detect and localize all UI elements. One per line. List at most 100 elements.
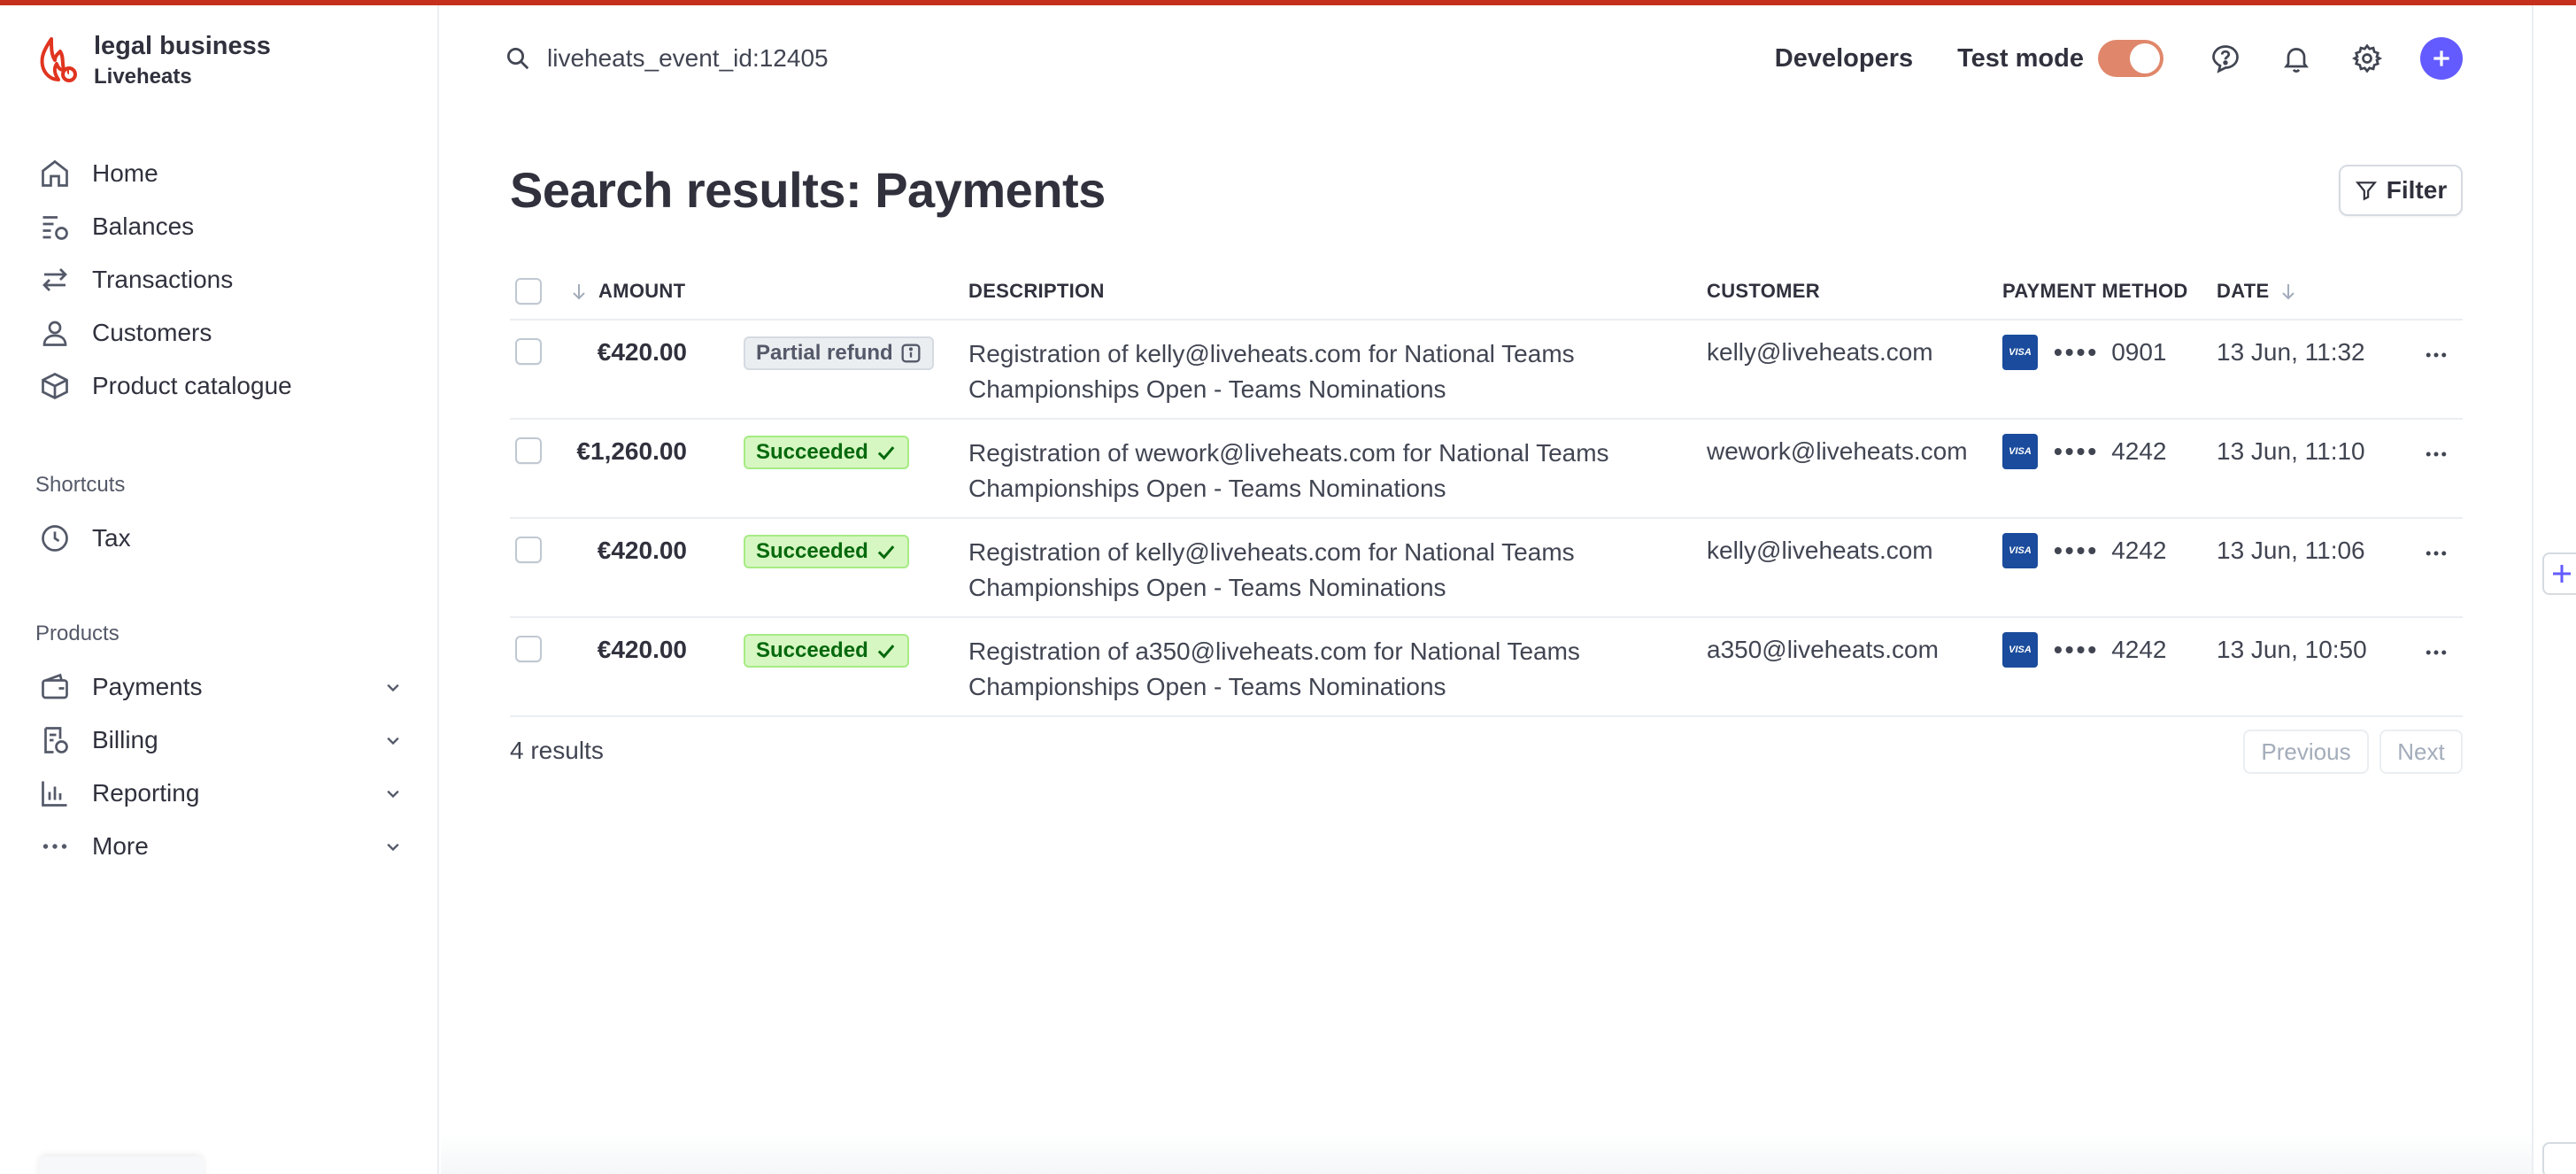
wallet-icon <box>35 668 74 707</box>
description-line: Championships Open - Teams Nominations <box>968 574 1446 601</box>
description-cell: Registration of kelly@liveheats.com for … <box>968 535 1677 606</box>
table-row[interactable]: €420.00 Partial refund Registration of k… <box>510 321 2463 420</box>
side-panel-add-button[interactable] <box>2542 552 2576 595</box>
header-actions: Developers Test mode <box>1775 34 2463 83</box>
plus-icon <box>2433 50 2449 66</box>
sidebar-item-more[interactable]: More <box>35 820 407 873</box>
next-page-button[interactable]: Next <box>2379 730 2463 774</box>
checkmark-icon <box>877 645 895 659</box>
customer-cell: wework@liveheats.com <box>1707 437 1968 465</box>
customer-header: CUSTOMER <box>1707 280 1820 302</box>
date-cell: 13 Jun, 11:06 <box>2217 537 2365 564</box>
shortcuts-heading: Shortcuts <box>35 473 126 497</box>
card-mask-dots: •••• <box>2054 636 2100 663</box>
card-mask-dots: •••• <box>2054 537 2100 564</box>
description-line: Registration of wework@liveheats.com for… <box>968 439 1609 467</box>
status-badge: Succeeded <box>744 535 909 568</box>
amount-header[interactable]: AMOUNT <box>568 262 685 321</box>
description-line: Registration of a350@liveheats.com for N… <box>968 637 1580 665</box>
ellipsis-icon <box>2426 352 2447 358</box>
account-name: legal business <box>94 32 271 60</box>
terminal-button[interactable] <box>2542 1142 2576 1174</box>
chart-icon <box>35 774 74 813</box>
help-icon[interactable] <box>2208 41 2243 76</box>
sidebar-item-reporting[interactable]: Reporting <box>35 767 407 820</box>
account-subtitle: Liveheats <box>94 65 192 89</box>
table-row[interactable]: €420.00 Succeeded Registration of a350@l… <box>510 618 2463 717</box>
sidebar-item-balances[interactable]: Balances <box>35 200 407 253</box>
chevron-down-icon <box>387 790 399 799</box>
sidebar-item-label: Tax <box>92 524 131 552</box>
customers-icon <box>35 313 74 352</box>
previous-page-button[interactable]: Previous <box>2243 730 2369 774</box>
test-mode-label: Test mode <box>1957 43 2084 73</box>
ellipsis-icon <box>2426 452 2447 457</box>
page-title: Search results: Payments <box>510 162 1106 218</box>
amount-cell: €1,260.00 <box>576 437 687 465</box>
date-header-label: DATE <box>2217 280 2270 302</box>
card-last4: 4242 <box>2111 437 2167 465</box>
filter-button[interactable]: Filter <box>2339 165 2463 216</box>
balances-icon <box>35 207 74 246</box>
sidebar-item-product-catalogue[interactable]: Product catalogue <box>35 359 407 413</box>
sidebar-item-home[interactable]: Home <box>35 147 407 200</box>
table-row[interactable]: €1,260.00 Succeeded Registration of wewo… <box>510 420 2463 519</box>
gear-icon[interactable] <box>2349 41 2385 76</box>
search-input[interactable] <box>547 44 1078 73</box>
status-badge: Succeeded <box>744 634 909 668</box>
date-cell: 13 Jun, 10:50 <box>2217 636 2367 663</box>
checkmark-icon <box>877 545 895 560</box>
description-line: Championships Open - Teams Nominations <box>968 475 1446 502</box>
description-cell: Registration of wework@liveheats.com for… <box>968 436 1677 506</box>
search-bar[interactable] <box>505 39 1078 78</box>
card-mask-dots: •••• <box>2054 437 2100 465</box>
billing-icon <box>35 721 74 760</box>
sidebar-item-customers[interactable]: Customers <box>35 306 407 359</box>
row-actions-button[interactable] <box>2418 441 2454 467</box>
payment-method-cell: VISA •••• 0901 <box>2002 335 2167 370</box>
description-header: DESCRIPTION <box>968 280 1105 302</box>
row-actions-button[interactable] <box>2418 342 2454 368</box>
sidebar-item-label: Balances <box>92 212 195 240</box>
developers-link[interactable]: Developers <box>1775 44 1913 73</box>
card-last4: 4242 <box>2111 537 2167 564</box>
payment-method-cell: VISA •••• 4242 <box>2002 632 2167 668</box>
sidebar-item-label: Home <box>92 159 158 187</box>
ellipsis-icon <box>2426 551 2447 556</box>
sidebar-item-transactions[interactable]: Transactions <box>35 253 407 306</box>
shortcuts-nav: Tax <box>35 512 407 565</box>
visa-card-icon: VISA <box>2002 434 2038 469</box>
row-actions-button[interactable] <box>2418 540 2454 567</box>
bell-icon[interactable] <box>2279 41 2314 76</box>
test-mode-toggle[interactable] <box>2098 40 2163 77</box>
status-badge: Partial refund <box>744 336 934 370</box>
bottom-fade <box>441 1133 2532 1174</box>
bottom-popover-tab[interactable] <box>39 1156 204 1174</box>
date-header[interactable]: DATE <box>2217 262 2299 321</box>
card-last4: 0901 <box>2111 338 2167 366</box>
select-all-checkbox[interactable] <box>515 278 542 305</box>
plus-icon <box>2553 565 2571 583</box>
customer-cell: a350@liveheats.com <box>1707 636 1939 663</box>
status-badge-label: Partial refund <box>756 341 893 365</box>
date-cell: 13 Jun, 11:10 <box>2217 437 2365 465</box>
ellipsis-icon <box>35 827 74 866</box>
table-header: AMOUNT DESCRIPTION CUSTOMER PAYMENT METH… <box>510 262 2463 321</box>
account-switcher[interactable]: legal business Liveheats <box>35 30 271 94</box>
sidebar-item-billing[interactable]: Billing <box>35 714 407 767</box>
sidebar-item-label: More <box>92 832 149 860</box>
sidebar-item-label: Customers <box>92 319 212 346</box>
sidebar-item-tax[interactable]: Tax <box>35 512 407 565</box>
payment-method-cell: VISA •••• 4242 <box>2002 434 2167 469</box>
sidebar-item-payments[interactable]: Payments <box>35 660 407 714</box>
info-icon[interactable] <box>899 341 923 366</box>
table-row[interactable]: €420.00 Succeeded Registration of kelly@… <box>510 519 2463 618</box>
create-button[interactable] <box>2420 37 2463 80</box>
card-last4: 4242 <box>2111 636 2167 663</box>
row-actions-button[interactable] <box>2418 639 2454 666</box>
payments-table: AMOUNT DESCRIPTION CUSTOMER PAYMENT METH… <box>510 262 2463 717</box>
date-cell: 13 Jun, 11:32 <box>2217 338 2365 366</box>
description-cell: Registration of a350@liveheats.com for N… <box>968 634 1677 705</box>
description-cell: Registration of kelly@liveheats.com for … <box>968 336 1677 407</box>
sort-down-icon <box>573 284 585 300</box>
